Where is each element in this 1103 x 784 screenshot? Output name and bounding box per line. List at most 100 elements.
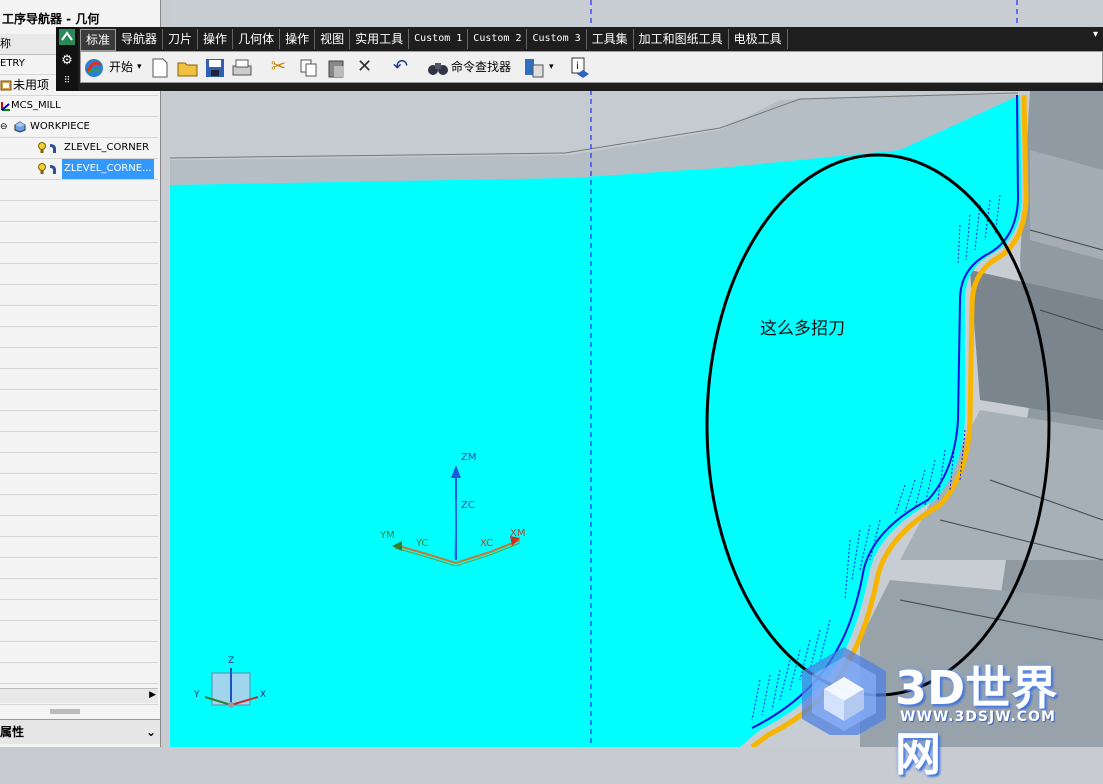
operation-tool-icon [48,163,60,175]
empty-row [0,432,158,453]
properties-panel-header[interactable]: 属性 ⌄ [0,719,160,744]
tab-utilities[interactable]: 实用工具 [350,29,410,49]
empty-row [0,222,158,243]
empty-row [0,621,158,642]
xm-axis-label: XM [510,528,526,539]
annotation-text: 这么多招刀 [760,319,845,339]
status-lightbulb-icon [36,163,48,175]
empty-row [0,180,158,201]
navigator-tree: ETRY 未用项 MCS_MILL ⊖ WORKPIECE ZLEVEL_COR… [0,54,158,726]
tab-operation-2[interactable]: 操作 [280,29,316,49]
properties-label: 属性 [0,725,25,739]
horizontal-scrollbar[interactable]: ▶ [0,688,158,703]
layer-settings-icon[interactable] [523,55,545,79]
tree-row-workpiece[interactable]: ⊖ WORKPIECE [0,117,158,138]
tab-view[interactable]: 视图 [315,29,351,49]
ym-axis-label: YM [380,530,395,541]
empty-row [0,600,158,621]
empty-row [0,663,158,684]
paste-icon[interactable] [327,55,347,79]
toolbar-area: ⚙ ⠿ 标准 导航器 刀片 操作 几何体 操作 视图 实用工具 Custom 1… [56,27,1103,91]
layer-dropdown-icon[interactable]: ▾ [549,55,554,79]
empty-row [0,558,158,579]
empty-row [0,243,158,264]
delete-icon[interactable]: ✕ [357,55,372,79]
empty-row [0,537,158,558]
zm-axis-label: ZM [461,452,477,463]
empty-row [0,285,158,306]
standard-toolbar: 开始 ▾ ✂ ✕ ↶ 命令查找器 ▾ i [80,51,1103,83]
start-button[interactable]: 开始 [109,55,133,79]
tab-custom-1[interactable]: Custom 1 [409,29,469,49]
status-lightbulb-icon [36,142,48,154]
information-icon[interactable]: i [569,55,591,79]
empty-row [0,474,158,495]
svg-text:i: i [576,61,579,72]
start-dropdown-icon[interactable]: ▾ [137,55,142,79]
toolbar-side-strip: ⚙ ⠿ [56,27,78,91]
yc-axis-label: YC [416,538,429,549]
empty-row [0,306,158,327]
empty-row [0,327,158,348]
tab-toolset[interactable]: 工具集 [587,29,634,49]
tree-row-zlevel-corner-1[interactable]: ZLEVEL_CORNER [0,138,158,159]
tree-row-zlevel-corner-2[interactable]: ZLEVEL_CORNE... [0,159,158,180]
collapse-icon[interactable]: ⊖ [0,117,12,132]
tab-geometry[interactable]: 几何体 [233,29,281,49]
new-file-icon[interactable] [151,55,169,79]
empty-row [0,369,158,390]
start-menu-icon[interactable] [83,55,105,79]
workpiece-icon [14,121,26,133]
column-name-label: 称 [0,37,11,50]
tree-row-label: ZLEVEL_CORNE... [62,159,154,179]
command-finder-button[interactable]: 命令查找器 [451,55,511,79]
undo-icon[interactable]: ↶ [393,55,408,79]
tab-electrode[interactable]: 电极工具 [729,29,788,49]
tree-row-label: WORKPIECE [30,121,90,132]
mini-x-label: X [260,690,267,700]
save-icon[interactable] [205,55,225,79]
chevron-down-icon[interactable]: ⌄ [146,720,156,744]
gear-icon[interactable]: ⚙ [59,53,75,69]
empty-row [0,642,158,663]
mini-z-label: Z [228,656,235,666]
empty-row [0,264,158,285]
empty-row [0,516,158,537]
print-icon[interactable] [231,55,253,79]
model-scene [170,0,1103,747]
splitter-grip[interactable] [50,709,80,714]
tree-row-label: ZLEVEL_CORNER [64,142,150,153]
tab-machining-drawing[interactable]: 加工和图纸工具 [634,29,729,49]
tree-row-label: MCS_MILL [11,100,61,111]
binoculars-icon[interactable] [427,55,449,79]
tree-row-mcs-mill[interactable]: MCS_MILL [0,96,158,117]
copy-icon[interactable] [299,55,319,79]
tab-navigator[interactable]: 导航器 [116,29,164,49]
empty-row [0,348,158,369]
graphics-viewport[interactable]: ZM ZC YM YC XC XM Z Y X [170,0,1103,747]
ribbon-tabs: 标准 导航器 刀片 操作 几何体 操作 视图 实用工具 Custom 1 Cus… [80,29,788,51]
empty-row [0,495,158,516]
tab-operation[interactable]: 操作 [198,29,234,49]
open-folder-icon[interactable] [177,55,199,79]
operation-navigator: 工序导航器 - 几何 称 ETRY 未用项 MCS_MILL ⊖ WORKPIE… [0,0,161,747]
cut-icon[interactable]: ✂ [271,55,286,79]
xc-axis-label: XC [480,538,494,549]
empty-row [0,579,158,600]
tab-custom-3[interactable]: Custom 3 [527,29,587,49]
tab-standard[interactable]: 标准 [80,29,117,51]
watermark-url: WWW.3DSJW.COM [900,709,1056,725]
empty-row [0,453,158,474]
grip-icon[interactable]: ⠿ [59,73,75,89]
mini-y-label: Y [194,690,200,700]
scroll-right-icon[interactable]: ▶ [149,690,156,700]
empty-row [0,201,158,222]
tab-insert[interactable]: 刀片 [163,29,199,49]
tab-custom-2[interactable]: Custom 2 [468,29,528,49]
zc-axis-label: ZC [461,500,475,511]
view-triad [204,668,259,708]
toolbar-overflow-icon[interactable]: ▾ [1093,29,1103,49]
nx-logo-icon[interactable] [59,29,75,45]
empty-row [0,411,158,432]
unused-folder-icon [0,79,12,91]
